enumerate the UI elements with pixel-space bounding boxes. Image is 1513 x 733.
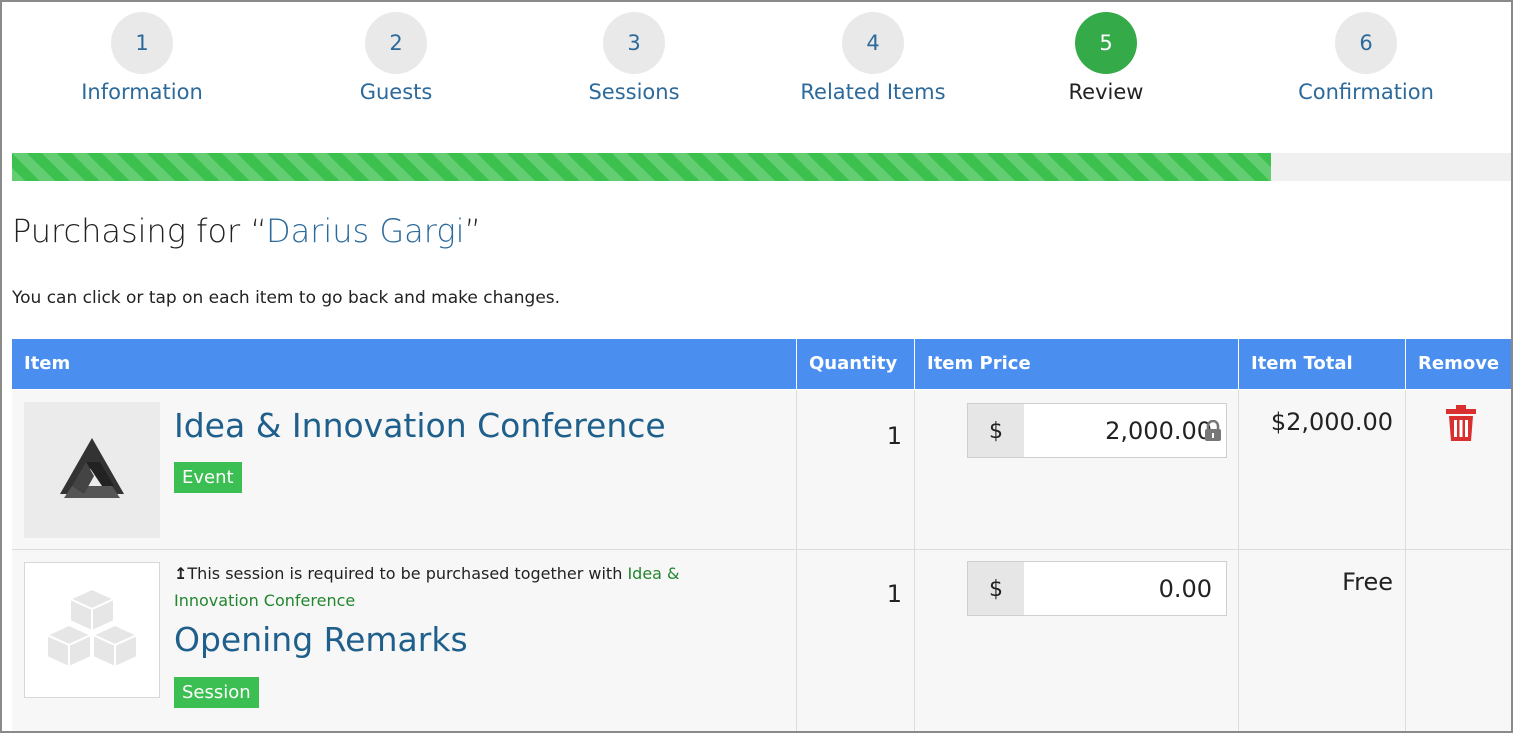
price-cell: $ 2,000.00 xyxy=(915,390,1239,549)
item-type-badge: Event xyxy=(174,462,242,493)
column-header-quantity: Quantity xyxy=(797,339,915,389)
step-related-items[interactable]: 4 Related Items xyxy=(773,12,973,104)
step-label: Sessions xyxy=(588,80,680,104)
step-label: Guests xyxy=(359,80,433,104)
currency-symbol: $ xyxy=(968,404,1024,457)
step-number: 1 xyxy=(111,12,173,74)
price-input[interactable]: $ 0.00 xyxy=(967,561,1227,616)
remove-cell xyxy=(1406,550,1511,731)
total-cell: $2,000.00 xyxy=(1239,390,1406,549)
session-requirement-note: ↥This session is required to be purchase… xyxy=(174,560,754,614)
step-number: 2 xyxy=(365,12,427,74)
step-label: Review xyxy=(1068,80,1144,104)
instructions-text: You can click or tap on each item to go … xyxy=(12,288,561,308)
item-name[interactable]: Idea & Innovation Conference xyxy=(174,406,666,445)
price-value[interactable]: 2,000.00 xyxy=(1105,404,1212,459)
column-header-item: Item xyxy=(12,339,797,389)
currency-symbol: $ xyxy=(968,562,1024,615)
step-label: Related Items xyxy=(800,80,946,104)
item-total: $2,000.00 xyxy=(1270,408,1393,436)
step-number: 6 xyxy=(1335,12,1397,74)
step-sessions[interactable]: 3 Sessions xyxy=(534,12,734,104)
customer-name: Darius Gargi xyxy=(265,212,465,250)
step-guests[interactable]: 2 Guests xyxy=(296,12,496,104)
arrow-up-icon: ↥ xyxy=(174,564,188,583)
item-cell[interactable]: ↥This session is required to be purchase… xyxy=(12,550,797,731)
page-title: Purchasing for “Darius Gargi” xyxy=(12,212,481,250)
price-input[interactable]: $ 2,000.00 xyxy=(967,403,1227,458)
step-label: Confirmation xyxy=(1298,80,1434,104)
quantity-cell: 1 xyxy=(797,390,915,549)
step-review[interactable]: 5 Review xyxy=(1006,12,1206,104)
trash-icon[interactable] xyxy=(1446,405,1476,441)
progress-bar xyxy=(12,153,1511,181)
price-cell: $ 0.00 xyxy=(915,550,1239,731)
boxes-icon xyxy=(44,587,140,669)
quantity-value: 1 xyxy=(886,422,902,450)
step-number: 5 xyxy=(1075,12,1137,74)
progress-fill xyxy=(12,153,1272,181)
step-label: Information xyxy=(81,80,203,104)
note-text: This session is required to be purchased… xyxy=(187,564,628,583)
item-total: Free xyxy=(1342,568,1393,596)
title-prefix: Purchasing for “ xyxy=(12,212,266,250)
table-header: Item Quantity Item Price Item Total Remo… xyxy=(12,339,1511,389)
lock-icon xyxy=(1205,420,1221,441)
column-header-price: Item Price xyxy=(915,339,1239,389)
column-header-total: Item Total xyxy=(1239,339,1406,389)
step-number: 3 xyxy=(603,12,665,74)
item-type-badge: Session xyxy=(174,677,259,708)
remove-cell xyxy=(1406,390,1511,549)
title-suffix: ” xyxy=(464,212,482,250)
table-row[interactable]: ↥This session is required to be purchase… xyxy=(12,550,1511,731)
step-number: 4 xyxy=(842,12,904,74)
table-row[interactable]: Idea & Innovation Conference Event 1 $ 2… xyxy=(12,390,1511,550)
column-header-remove: Remove xyxy=(1418,353,1500,374)
item-thumbnail xyxy=(24,402,160,538)
checkout-frame: 1 Information 2 Guests 3 Sessions 4 Rela… xyxy=(0,0,1513,733)
item-name[interactable]: Opening Remarks xyxy=(174,620,468,659)
quantity-value: 1 xyxy=(886,580,902,608)
step-information[interactable]: 1 Information xyxy=(42,12,242,104)
logo-icon xyxy=(60,438,124,498)
total-cell: Free xyxy=(1239,550,1406,731)
quantity-cell: 1 xyxy=(797,550,915,731)
price-value[interactable]: 0.00 xyxy=(1159,562,1212,617)
step-confirmation[interactable]: 6 Confirmation xyxy=(1266,12,1466,104)
item-cell[interactable]: Idea & Innovation Conference Event xyxy=(12,390,797,549)
item-thumbnail xyxy=(24,562,160,698)
